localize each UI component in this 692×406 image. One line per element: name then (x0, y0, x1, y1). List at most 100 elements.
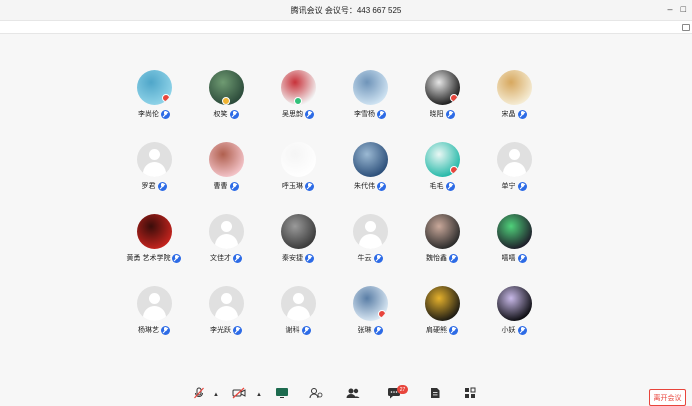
document-icon[interactable] (428, 387, 442, 399)
default-avatar-icon (208, 286, 244, 321)
participant-tile[interactable]: 牛云 (334, 214, 406, 269)
participant-name-row: 牛云 (358, 253, 383, 263)
participant-name-row: 秦安捷 (282, 253, 314, 263)
mic-muted-icon (517, 253, 527, 263)
mic-muted-icon (229, 109, 239, 119)
participant-tile[interactable]: 文佳才 (190, 214, 262, 269)
participant-tile[interactable]: 谢科 (262, 286, 334, 341)
participant-name: 毛毛 (429, 183, 444, 190)
video-options-chevron-icon[interactable]: ▲ (256, 392, 262, 398)
participant-name-row: 吴思韵 (282, 109, 314, 119)
participant-tile[interactable]: 肩硬熊 (406, 286, 478, 341)
leave-meeting-button[interactable]: 离开会议 (649, 389, 686, 406)
window-title: 腾讯会议 会议号：443 667 525 (290, 5, 402, 15)
participant-tile[interactable]: 黄勇 艺术学院 (118, 214, 190, 269)
participant-name: 小妖 (501, 327, 516, 334)
participant-tile[interactable]: 杨琳艺 (118, 286, 190, 341)
participant-name-row: 李光跃 (210, 325, 242, 335)
mic-muted-icon (373, 325, 383, 335)
participant-tile[interactable]: 朱代伟 (334, 142, 406, 197)
top-strip (0, 20, 692, 34)
window-mode-icon[interactable] (682, 24, 690, 31)
participant-tile[interactable]: 魏怡鑫 (406, 214, 478, 269)
mic-muted-icon (305, 109, 314, 119)
participant-name: 黄勇 艺术学院 (126, 255, 171, 262)
participant-name: 魏怡鑫 (426, 255, 447, 262)
window-controls: – □ (668, 4, 686, 14)
avatar-status-badge (449, 94, 458, 102)
participant-tile[interactable]: 单宁 (478, 142, 550, 197)
participant-avatar (280, 142, 316, 177)
participant-name-row: 晓阳 (430, 109, 455, 119)
participant-name-row: 小妖 (502, 325, 527, 335)
mic-muted-icon (449, 325, 458, 335)
share-screen-icon[interactable] (275, 387, 289, 399)
default-avatar-icon (496, 142, 532, 177)
participant-tile[interactable]: 晓阳 (406, 70, 478, 125)
participant-name: 张琳 (357, 327, 372, 334)
default-avatar-icon (352, 214, 388, 249)
participant-name-row: 嘻嘻 (502, 253, 527, 263)
mic-muted-icon (377, 109, 386, 119)
participant-tile[interactable]: 吴思韵 (262, 70, 334, 125)
minimize-icon[interactable]: – (668, 4, 673, 14)
participant-name-row: 李尚伦 (138, 109, 170, 119)
mic-options-chevron-icon[interactable]: ▲ (213, 392, 219, 398)
participant-tile[interactable]: 嘻嘻 (478, 214, 550, 269)
participant-tile[interactable]: 罗君 (118, 142, 190, 197)
participant-avatar (352, 286, 388, 321)
participant-avatar (424, 70, 460, 105)
participant-name: 晓阳 (429, 111, 444, 118)
participant-name: 杨琳艺 (138, 327, 159, 334)
participant-avatar (136, 70, 172, 105)
participant-tile[interactable]: 呼玉琳 (262, 142, 334, 197)
mic-muted-icon (445, 181, 455, 191)
participant-avatar (280, 70, 316, 105)
participant-tile[interactable]: 李尚伦 (118, 70, 190, 125)
participant-name-row: 朱代伟 (354, 181, 386, 191)
participant-name: 吴思韵 (282, 111, 303, 118)
participant-tile[interactable]: 秦安捷 (262, 214, 334, 269)
participant-avatar (424, 214, 460, 249)
participant-tile[interactable]: 李雪杨 (334, 70, 406, 125)
participant-name-row: 杨琳艺 (138, 325, 170, 335)
participant-avatar (352, 70, 388, 105)
avatar-status-badge (449, 166, 458, 174)
participant-tile[interactable]: 张琳 (334, 286, 406, 341)
participant-name: 谢科 (285, 327, 300, 334)
apps-grid-icon[interactable] (463, 387, 477, 399)
participant-avatar (496, 286, 532, 321)
participant-name-row: 宋晶 (502, 109, 527, 119)
mic-muted-icon (377, 181, 386, 191)
participant-tile[interactable]: 曹曹 (190, 142, 262, 197)
participant-name: 李雪杨 (354, 111, 375, 118)
mic-muted-icon (172, 253, 182, 263)
participant-tile[interactable]: 权笑 (190, 70, 262, 125)
mic-muted-icon (157, 181, 167, 191)
participant-avatar (424, 142, 460, 177)
participant-name-row: 谢科 (286, 325, 311, 335)
manage-members-icon[interactable] (309, 387, 323, 399)
mic-muted-icon (517, 325, 527, 335)
participant-name: 权笑 (213, 111, 228, 118)
mic-muted-icon (373, 253, 383, 263)
participant-name-row: 罗君 (142, 181, 167, 191)
stop-video-icon[interactable] (232, 387, 246, 399)
participant-tile[interactable]: 毛毛 (406, 142, 478, 197)
participant-tile[interactable]: 小妖 (478, 286, 550, 341)
participant-tile[interactable]: 李光跃 (190, 286, 262, 341)
mic-muted-icon (229, 181, 239, 191)
participant-name-row: 呼玉琳 (282, 181, 314, 191)
participant-avatar (352, 142, 388, 177)
participant-name: 嘻嘻 (501, 255, 516, 262)
mute-mic-icon[interactable] (192, 387, 206, 399)
members-icon[interactable] (346, 387, 360, 399)
participant-avatar (208, 142, 244, 177)
participant-name-row: 单宁 (502, 181, 527, 191)
restore-icon[interactable]: □ (681, 4, 686, 14)
mic-muted-icon (233, 325, 242, 335)
participant-name: 文佳才 (210, 255, 231, 262)
default-avatar-icon (280, 286, 316, 321)
participant-tile[interactable]: 宋晶 (478, 70, 550, 125)
participant-name-row: 毛毛 (430, 181, 455, 191)
